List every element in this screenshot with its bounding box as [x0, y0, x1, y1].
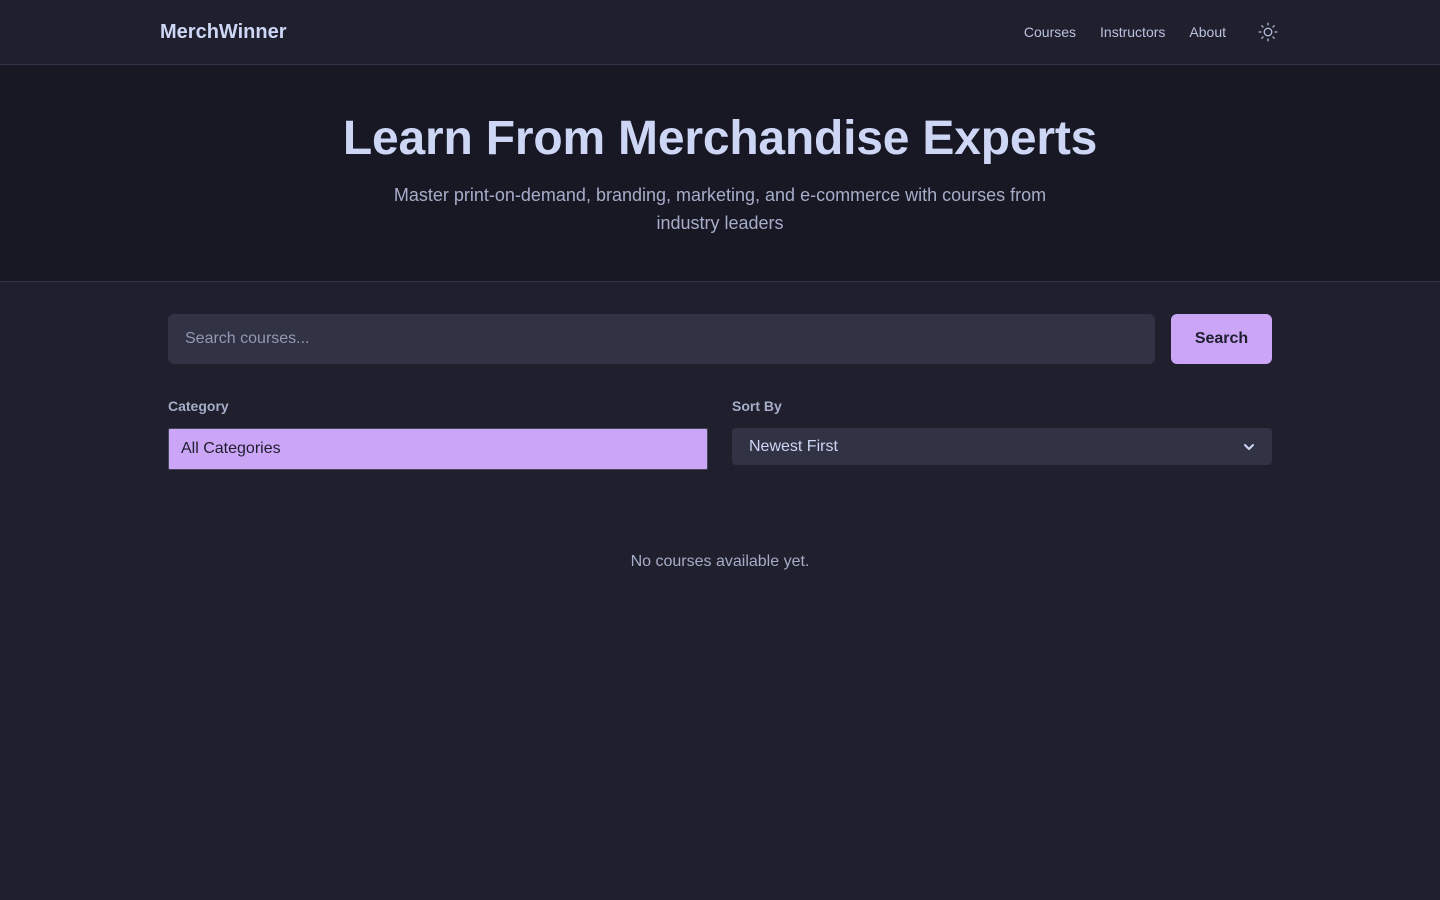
brand-logo-link[interactable]: MerchWinner [160, 21, 287, 44]
sun-icon [1258, 22, 1278, 42]
sort-filter: Sort By Newest First [732, 398, 1272, 470]
search-bar: Search [168, 314, 1272, 364]
category-filter: Category All Categories [168, 398, 708, 470]
empty-state-message: No courses available yet. [630, 553, 810, 570]
sort-select[interactable]: Newest First [732, 428, 1272, 465]
category-select[interactable]: All Categories [168, 428, 708, 470]
nav-link-about[interactable]: About [1189, 24, 1226, 40]
nav-link-instructors[interactable]: Instructors [1100, 24, 1165, 40]
search-input[interactable] [168, 314, 1155, 364]
nav-links: Courses Instructors About [1024, 20, 1280, 44]
navbar-inner: MerchWinner Courses Instructors About [160, 0, 1280, 64]
filter-row: Category All Categories Sort By Newest F… [168, 398, 1272, 470]
course-browser: Search Category All Categories Sort By N… [168, 282, 1272, 571]
hero-subtitle: Master print-on-demand, branding, market… [393, 185, 1047, 233]
theme-toggle-button[interactable] [1256, 20, 1280, 44]
sort-select-value: Newest First [749, 437, 838, 455]
hero-section: Learn From Merchandise Experts Master pr… [0, 65, 1440, 282]
search-button[interactable]: Search [1171, 314, 1272, 364]
sort-label: Sort By [732, 398, 782, 414]
hero-title: Learn From Merchandise Experts [342, 112, 1098, 165]
top-navbar: MerchWinner Courses Instructors About [0, 0, 1440, 65]
chevron-down-icon [1243, 441, 1255, 453]
category-label: Category [168, 398, 229, 414]
nav-link-courses[interactable]: Courses [1024, 24, 1076, 40]
category-select-value: All Categories [181, 440, 281, 457]
